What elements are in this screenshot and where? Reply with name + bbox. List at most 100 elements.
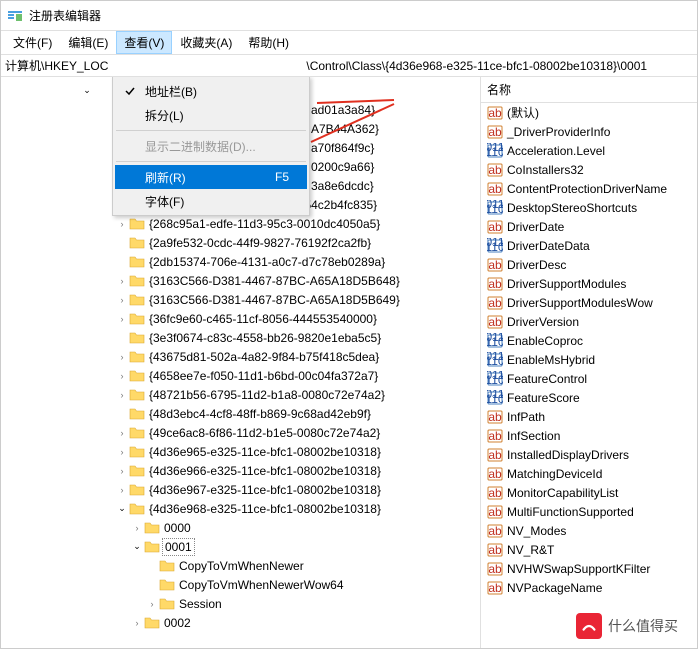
smzdm-logo-icon	[576, 613, 602, 639]
value-row[interactable]: ab_DriverProviderInfo	[481, 122, 697, 141]
workspace: 地址栏(B) 拆分(L) 显示二进制数据(D)... 刷新(R) F5 字体(F…	[1, 77, 697, 648]
svg-text:110: 110	[487, 202, 503, 216]
tree-node-label: 0200c9a66}	[309, 159, 376, 175]
tree-node[interactable]: ⌄ 0001	[1, 537, 480, 556]
value-name: FeatureControl	[507, 372, 587, 386]
tree-expand-arrow[interactable]: ⌄	[81, 85, 93, 97]
menu-item-refresh[interactable]: 刷新(R) F5	[115, 165, 307, 189]
value-name: DriverDate	[507, 220, 564, 234]
svg-text:ab: ab	[488, 277, 502, 291]
value-row[interactable]: 011110Acceleration.Level	[481, 141, 697, 160]
menu-help[interactable]: 帮助(H)	[240, 31, 297, 54]
value-row[interactable]: abNV_Modes	[481, 521, 697, 540]
tree-node[interactable]: › {49ce6ac8-6f86-11d2-b1e5-0080c72e74a2}	[1, 423, 480, 442]
column-header-name[interactable]: 名称	[481, 77, 697, 103]
tree-node[interactable]: {2a9fe532-0cdc-44f9-9827-76192f2ca2fb}	[1, 233, 480, 252]
tree-expand-arrow[interactable]: ›	[116, 484, 128, 496]
value-row[interactable]: 011110DriverDateData	[481, 236, 697, 255]
menu-item-split[interactable]: 拆分(L)	[115, 103, 307, 127]
tree-node[interactable]: ›{4d36e967-e325-11ce-bfc1-08002be10318}	[1, 480, 480, 499]
address-text-right: \Control\Class\{4d36e968-e325-11ce-bfc1-…	[306, 59, 647, 73]
tree-node[interactable]: {48d3ebc4-4cf8-48ff-b869-9c68ad42eb9f}	[1, 404, 480, 423]
value-row[interactable]: abCoInstallers32	[481, 160, 697, 179]
tree-node[interactable]: CopyToVmWhenNewer	[1, 556, 480, 575]
tree-node[interactable]: ›{4658ee7e-f050-11d1-b6bd-00c04fa372a7}	[1, 366, 480, 385]
tree-expand-arrow[interactable]: ›	[116, 465, 128, 477]
tree-node-label: Session	[177, 596, 224, 612]
tree-expand-arrow[interactable]: ›	[131, 522, 143, 534]
tree-node[interactable]: ›{3163C566-D381-4467-87BC-A65A18D5B648}	[1, 271, 480, 290]
folder-icon	[129, 406, 145, 422]
tree-expand-arrow[interactable]: ›	[116, 446, 128, 458]
value-row[interactable]: abNV_R&T	[481, 540, 697, 559]
folder-icon	[159, 577, 175, 593]
tree-node[interactable]: ›{36fc9e60-c465-11cf-8056-444553540000}	[1, 309, 480, 328]
string-value-icon: ab	[487, 523, 503, 539]
tree-node-label: 0001	[162, 538, 195, 556]
tree-node[interactable]: ›0000	[1, 518, 480, 537]
svg-text:ab: ab	[488, 315, 502, 329]
tree-expand-arrow[interactable]: ›	[116, 294, 128, 306]
tree-expand-arrow[interactable]: ›	[116, 389, 128, 401]
menu-view[interactable]: 查看(V)	[116, 31, 172, 54]
value-row[interactable]: abDriverDesc	[481, 255, 697, 274]
value-row[interactable]: abNVHWSwapSupportKFilter	[481, 559, 697, 578]
value-row[interactable]: abDriverSupportModulesWow	[481, 293, 697, 312]
string-value-icon: ab	[487, 105, 503, 121]
value-row[interactable]: abMonitorCapabilityList	[481, 483, 697, 502]
tree-expand-arrow[interactable]: ›	[116, 313, 128, 325]
value-row[interactable]: abDriverSupportModules	[481, 274, 697, 293]
svg-text:110: 110	[487, 240, 503, 254]
folder-icon	[129, 387, 145, 403]
value-row[interactable]: 011110EnableMsHybrid	[481, 350, 697, 369]
tree-node[interactable]: ›{48721b56-6795-11d2-b1a8-0080c72e74a2}	[1, 385, 480, 404]
value-row[interactable]: ab(默认)	[481, 103, 697, 122]
svg-text:ab: ab	[488, 125, 502, 139]
menu-item-font[interactable]: 字体(F)	[115, 189, 307, 213]
menu-item-addressbar[interactable]: 地址栏(B)	[115, 79, 307, 103]
value-row[interactable]: 011110EnableCoproc	[481, 331, 697, 350]
tree-node[interactable]: ›{3163C566-D381-4467-87BC-A65A18D5B649}	[1, 290, 480, 309]
tree-node[interactable]: ›0002	[1, 613, 480, 632]
value-row[interactable]: abInfPath	[481, 407, 697, 426]
tree-collapse-arrow[interactable]: ⌄	[116, 503, 128, 515]
menu-favorites[interactable]: 收藏夹(A)	[172, 31, 240, 54]
tree-collapse-arrow[interactable]: ⌄	[131, 541, 143, 553]
menu-edit[interactable]: 编辑(E)	[60, 31, 116, 54]
value-row[interactable]: abNVPackageName	[481, 578, 697, 597]
value-row[interactable]: abInfSection	[481, 426, 697, 445]
tree-expand-arrow[interactable]: ›	[116, 275, 128, 287]
tree-node[interactable]: ›{4d36e966-e325-11ce-bfc1-08002be10318}	[1, 461, 480, 480]
tree-node[interactable]: ›{268c95a1-edfe-11d3-95c3-0010dc4050a5}	[1, 214, 480, 233]
tree-expand-arrow[interactable]: ›	[116, 427, 128, 439]
tree-node-label: {49ce6ac8-6f86-11d2-b1e5-0080c72e74a2}	[147, 425, 382, 441]
tree-expand-arrow[interactable]: ›	[131, 617, 143, 629]
tree-expand-arrow[interactable]: ›	[116, 218, 128, 230]
tree-node[interactable]: ›{4d36e965-e325-11ce-bfc1-08002be10318}	[1, 442, 480, 461]
folder-icon	[159, 558, 175, 574]
tree-expand-arrow[interactable]: ›	[116, 351, 128, 363]
value-row[interactable]: 011110DesktopStereoShortcuts	[481, 198, 697, 217]
tree-node[interactable]: {3e3f0674-c83c-4558-bb26-9820e1eba5c5}	[1, 328, 480, 347]
value-row[interactable]: abContentProtectionDriverName	[481, 179, 697, 198]
values-pane[interactable]: 名称 ab(默认)ab_DriverProviderInfo011110Acce…	[481, 77, 697, 648]
tree-expand-arrow[interactable]: ›	[146, 598, 158, 610]
address-bar[interactable]: 计算机\HKEY_LOC \Control\Class\{4d36e968-e3…	[1, 55, 697, 77]
tree-node[interactable]: CopyToVmWhenNewerWow64	[1, 575, 480, 594]
value-row[interactable]: 011110FeatureScore	[481, 388, 697, 407]
value-row[interactable]: abDriverVersion	[481, 312, 697, 331]
value-name: InstalledDisplayDrivers	[507, 448, 629, 462]
value-row[interactable]: abInstalledDisplayDrivers	[481, 445, 697, 464]
value-row[interactable]: abMultiFunctionSupported	[481, 502, 697, 521]
value-row[interactable]: 011110FeatureControl	[481, 369, 697, 388]
svg-text:110: 110	[487, 335, 503, 349]
value-name: DesktopStereoShortcuts	[507, 201, 637, 215]
tree-expand-arrow[interactable]: ›	[116, 370, 128, 382]
tree-node[interactable]: ⌄{4d36e968-e325-11ce-bfc1-08002be10318}	[1, 499, 480, 518]
value-row[interactable]: abDriverDate	[481, 217, 697, 236]
tree-node[interactable]: {2db15374-706e-4131-a0c7-d7c78eb0289a}	[1, 252, 480, 271]
value-row[interactable]: abMatchingDeviceId	[481, 464, 697, 483]
tree-node[interactable]: ›{43675d81-502a-4a82-9f84-b75f418c5dea}	[1, 347, 480, 366]
menu-file[interactable]: 文件(F)	[5, 31, 60, 54]
tree-node[interactable]: › Session	[1, 594, 480, 613]
